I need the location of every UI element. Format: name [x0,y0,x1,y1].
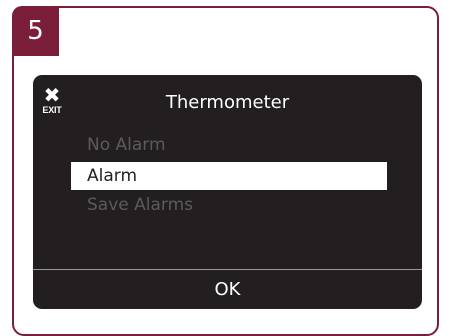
alarm-options-list: No Alarm Alarm Save Alarms [71,131,387,221]
step-number-badge: 5 [12,6,59,56]
menu-item-no-alarm[interactable]: No Alarm [71,131,387,161]
menu-item-save-alarms[interactable]: Save Alarms [71,191,387,221]
menu-item-alarm[interactable]: Alarm [71,162,387,190]
ok-button[interactable]: OK [33,270,422,309]
screen-title: Thermometer [165,92,290,113]
device-screen: ✖ EXIT Thermometer No Alarm Alarm Save A… [33,75,422,309]
